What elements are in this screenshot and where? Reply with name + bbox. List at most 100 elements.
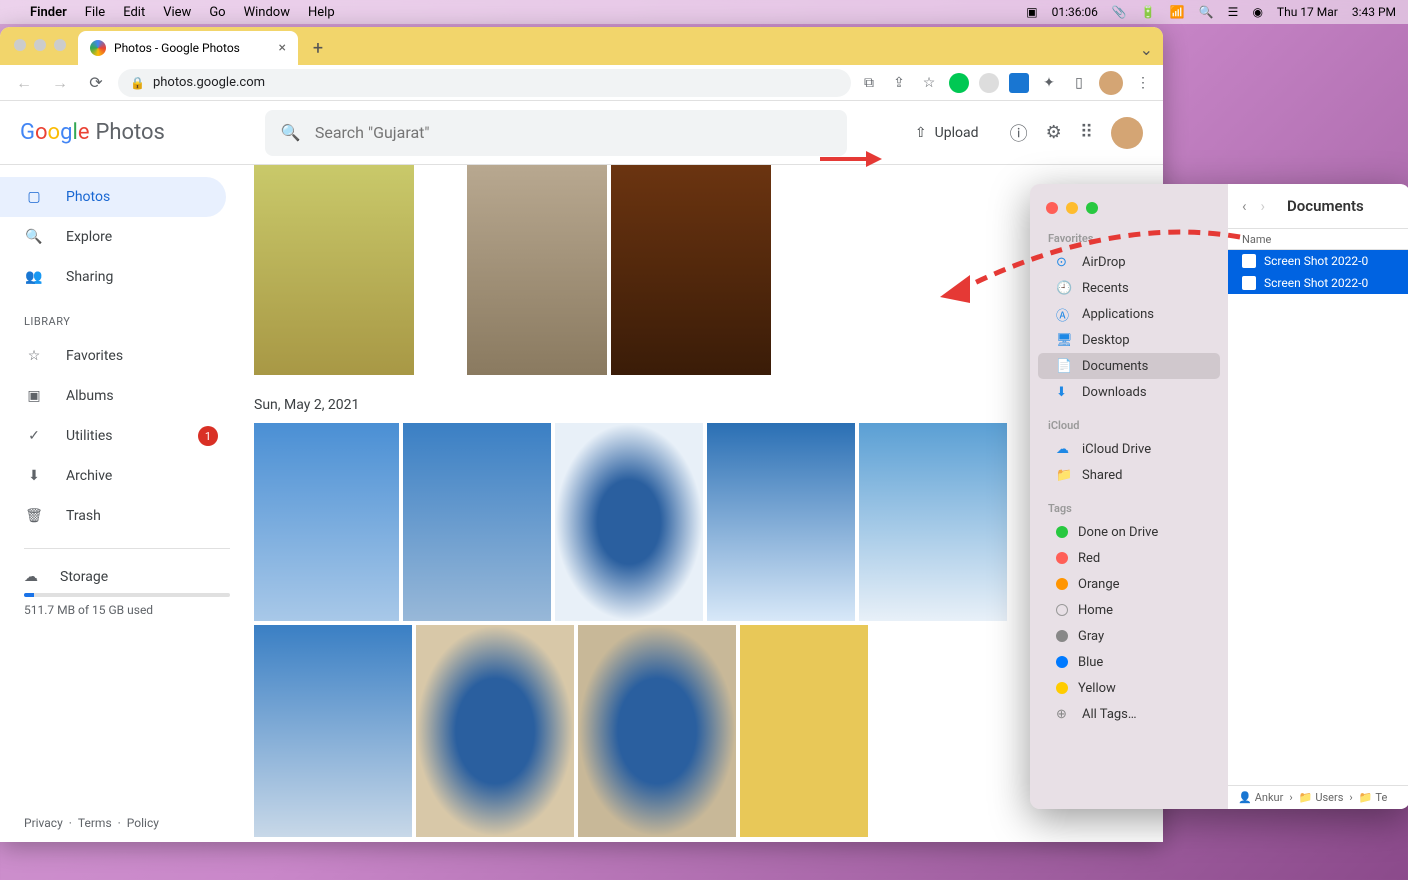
forward-button[interactable]: → xyxy=(46,69,74,97)
upload-button[interactable]: ⇧ Upload xyxy=(915,125,979,141)
explore-icon: 🔍 xyxy=(24,229,44,245)
finder-file-row[interactable]: Screen Shot 2022-0 xyxy=(1228,272,1408,294)
finder-tag-gray[interactable]: Gray xyxy=(1038,623,1220,649)
photo-thumb[interactable] xyxy=(254,165,414,375)
extension-grammarly-icon[interactable] xyxy=(949,73,969,93)
finder-traffic-lights[interactable] xyxy=(1030,198,1228,228)
siri-icon[interactable]: ◉ xyxy=(1252,5,1262,19)
maximize-window-icon[interactable] xyxy=(1086,202,1098,214)
menubar-window[interactable]: Window xyxy=(244,5,290,20)
path-segment: 📁Users xyxy=(1299,791,1344,804)
finder-tag-done[interactable]: Done on Drive xyxy=(1038,519,1220,545)
search-input[interactable] xyxy=(315,123,831,142)
close-window-icon[interactable] xyxy=(1046,202,1058,214)
menubar-date[interactable]: Thu 17 Mar xyxy=(1277,5,1338,19)
finder-forward-button[interactable]: › xyxy=(1261,197,1266,215)
back-button[interactable]: ← xyxy=(10,69,38,97)
settings-gear-icon[interactable]: ⚙ xyxy=(1046,122,1062,143)
finder-item-documents[interactable]: 📄Documents xyxy=(1038,353,1220,379)
finder-tag-orange[interactable]: Orange xyxy=(1038,571,1220,597)
finder-item-desktop[interactable]: 🖥Desktop xyxy=(1038,327,1220,353)
finder-column-headers[interactable]: Name xyxy=(1228,228,1408,250)
footer-policy[interactable]: Policy xyxy=(127,816,159,830)
search-bar[interactable]: 🔍 xyxy=(265,110,847,156)
browser-tab[interactable]: Photos - Google Photos × xyxy=(78,31,298,65)
window-traffic-lights[interactable] xyxy=(14,39,66,51)
spotlight-icon[interactable]: 🔍 xyxy=(1199,5,1214,19)
sidebar-item-favorites[interactable]: ☆ Favorites xyxy=(0,336,226,376)
sidebar-item-archive[interactable]: ⬇ Archive xyxy=(0,456,226,496)
extension-icon-2[interactable] xyxy=(1009,73,1029,93)
menubar-help[interactable]: Help xyxy=(308,5,335,20)
google-photos-logo[interactable]: Google Photos xyxy=(20,120,165,145)
photo-thumb[interactable] xyxy=(403,423,551,621)
photo-thumb[interactable] xyxy=(578,625,736,837)
sidebar-item-trash[interactable]: 🗑 Trash xyxy=(0,496,226,536)
finder-tag-all[interactable]: ⊕All Tags… xyxy=(1038,701,1220,727)
control-center-icon[interactable]: ☰ xyxy=(1228,5,1239,19)
menubar-time[interactable]: 3:43 PM xyxy=(1352,5,1396,19)
sidebar-item-utilities[interactable]: ✓ Utilities 1 xyxy=(0,416,226,456)
finder-tag-red[interactable]: Red xyxy=(1038,545,1220,571)
open-external-icon[interactable]: ⧉ xyxy=(859,73,879,93)
chrome-profile-avatar[interactable] xyxy=(1099,71,1123,95)
menubar-file[interactable]: File xyxy=(85,5,105,20)
finder-tag-home[interactable]: Home xyxy=(1038,597,1220,623)
menubar-app-name[interactable]: Finder xyxy=(30,5,67,20)
sidebar-storage[interactable]: ☁ Storage 511.7 MB of 15 GB used xyxy=(0,561,254,625)
sidepanel-icon[interactable]: ▯ xyxy=(1069,73,1089,93)
sidebar-label: Explore xyxy=(66,229,112,245)
photo-thumb[interactable] xyxy=(740,625,868,837)
finder-item-icloud-drive[interactable]: ☁iCloud Drive xyxy=(1038,436,1220,462)
share-icon[interactable]: ⇪ xyxy=(889,73,909,93)
attachment-icon[interactable]: 📎 xyxy=(1112,5,1127,19)
tab-close-icon[interactable]: × xyxy=(279,40,286,56)
finder-tag-blue[interactable]: Blue xyxy=(1038,649,1220,675)
wifi-icon[interactable]: 📶 xyxy=(1170,5,1185,19)
footer-privacy[interactable]: Privacy xyxy=(24,816,63,830)
photo-thumb[interactable] xyxy=(859,423,1007,621)
photo-thumb[interactable] xyxy=(467,165,607,375)
photo-thumb[interactable] xyxy=(707,423,855,621)
tabs-dropdown-icon[interactable]: ⌄ xyxy=(1140,40,1153,59)
finder-file-row[interactable]: Screen Shot 2022-0 xyxy=(1228,250,1408,272)
finder-back-button[interactable]: ‹ xyxy=(1242,197,1247,215)
menubar-go[interactable]: Go xyxy=(209,5,225,20)
footer-terms[interactable]: Terms xyxy=(78,816,112,830)
sidebar-item-albums[interactable]: ▣ Albums xyxy=(0,376,226,416)
screen-record-icon[interactable]: ▣ xyxy=(1026,5,1037,19)
account-avatar[interactable] xyxy=(1111,117,1143,149)
finder-item-downloads[interactable]: ⬇Downloads xyxy=(1038,379,1220,405)
extensions-puzzle-icon[interactable]: ✦ xyxy=(1039,73,1059,93)
menubar-view[interactable]: View xyxy=(163,5,191,20)
finder-item-airdrop[interactable]: ⊙AirDrop xyxy=(1038,249,1220,275)
documents-icon: 📄 xyxy=(1056,359,1072,374)
chrome-menu-icon[interactable]: ⋮ xyxy=(1133,73,1153,93)
finder-item-shared[interactable]: 📁Shared xyxy=(1038,462,1220,488)
photo-thumb[interactable] xyxy=(611,165,771,375)
url-input[interactable]: 🔒 photos.google.com xyxy=(118,69,851,97)
photo-thumb[interactable] xyxy=(555,423,703,621)
extension-icon[interactable] xyxy=(979,73,999,93)
file-name: Screen Shot 2022-0 xyxy=(1264,254,1368,268)
reload-button[interactable]: ⟳ xyxy=(82,69,110,97)
finder-tag-yellow[interactable]: Yellow xyxy=(1038,675,1220,701)
battery-icon[interactable]: 🔋 xyxy=(1141,5,1156,19)
apps-grid-icon[interactable]: ⠿ xyxy=(1080,122,1093,143)
desktop-icon: 🖥 xyxy=(1056,333,1072,348)
sidebar-item-sharing[interactable]: 👥 Sharing xyxy=(0,257,226,297)
bookmark-star-icon[interactable]: ☆ xyxy=(919,73,939,93)
photo-thumb[interactable] xyxy=(254,625,412,837)
minimize-window-icon[interactable] xyxy=(1066,202,1078,214)
finder-path-bar[interactable]: 👤Ankur › 📁Users › 📁Te xyxy=(1228,785,1408,809)
photo-thumb[interactable] xyxy=(416,625,574,837)
finder-item-recents[interactable]: 🕘Recents xyxy=(1038,275,1220,301)
help-icon[interactable]: ⓘ xyxy=(1010,120,1028,146)
new-tab-button[interactable]: + xyxy=(304,34,332,62)
sidebar-item-photos[interactable]: ▢ Photos xyxy=(0,177,226,217)
sidebar-item-explore[interactable]: 🔍 Explore xyxy=(0,217,226,257)
photos-icon: ▢ xyxy=(24,189,44,205)
menubar-edit[interactable]: Edit xyxy=(123,5,145,20)
finder-item-applications[interactable]: ⒶApplications xyxy=(1038,301,1220,327)
photo-thumb[interactable] xyxy=(254,423,399,621)
